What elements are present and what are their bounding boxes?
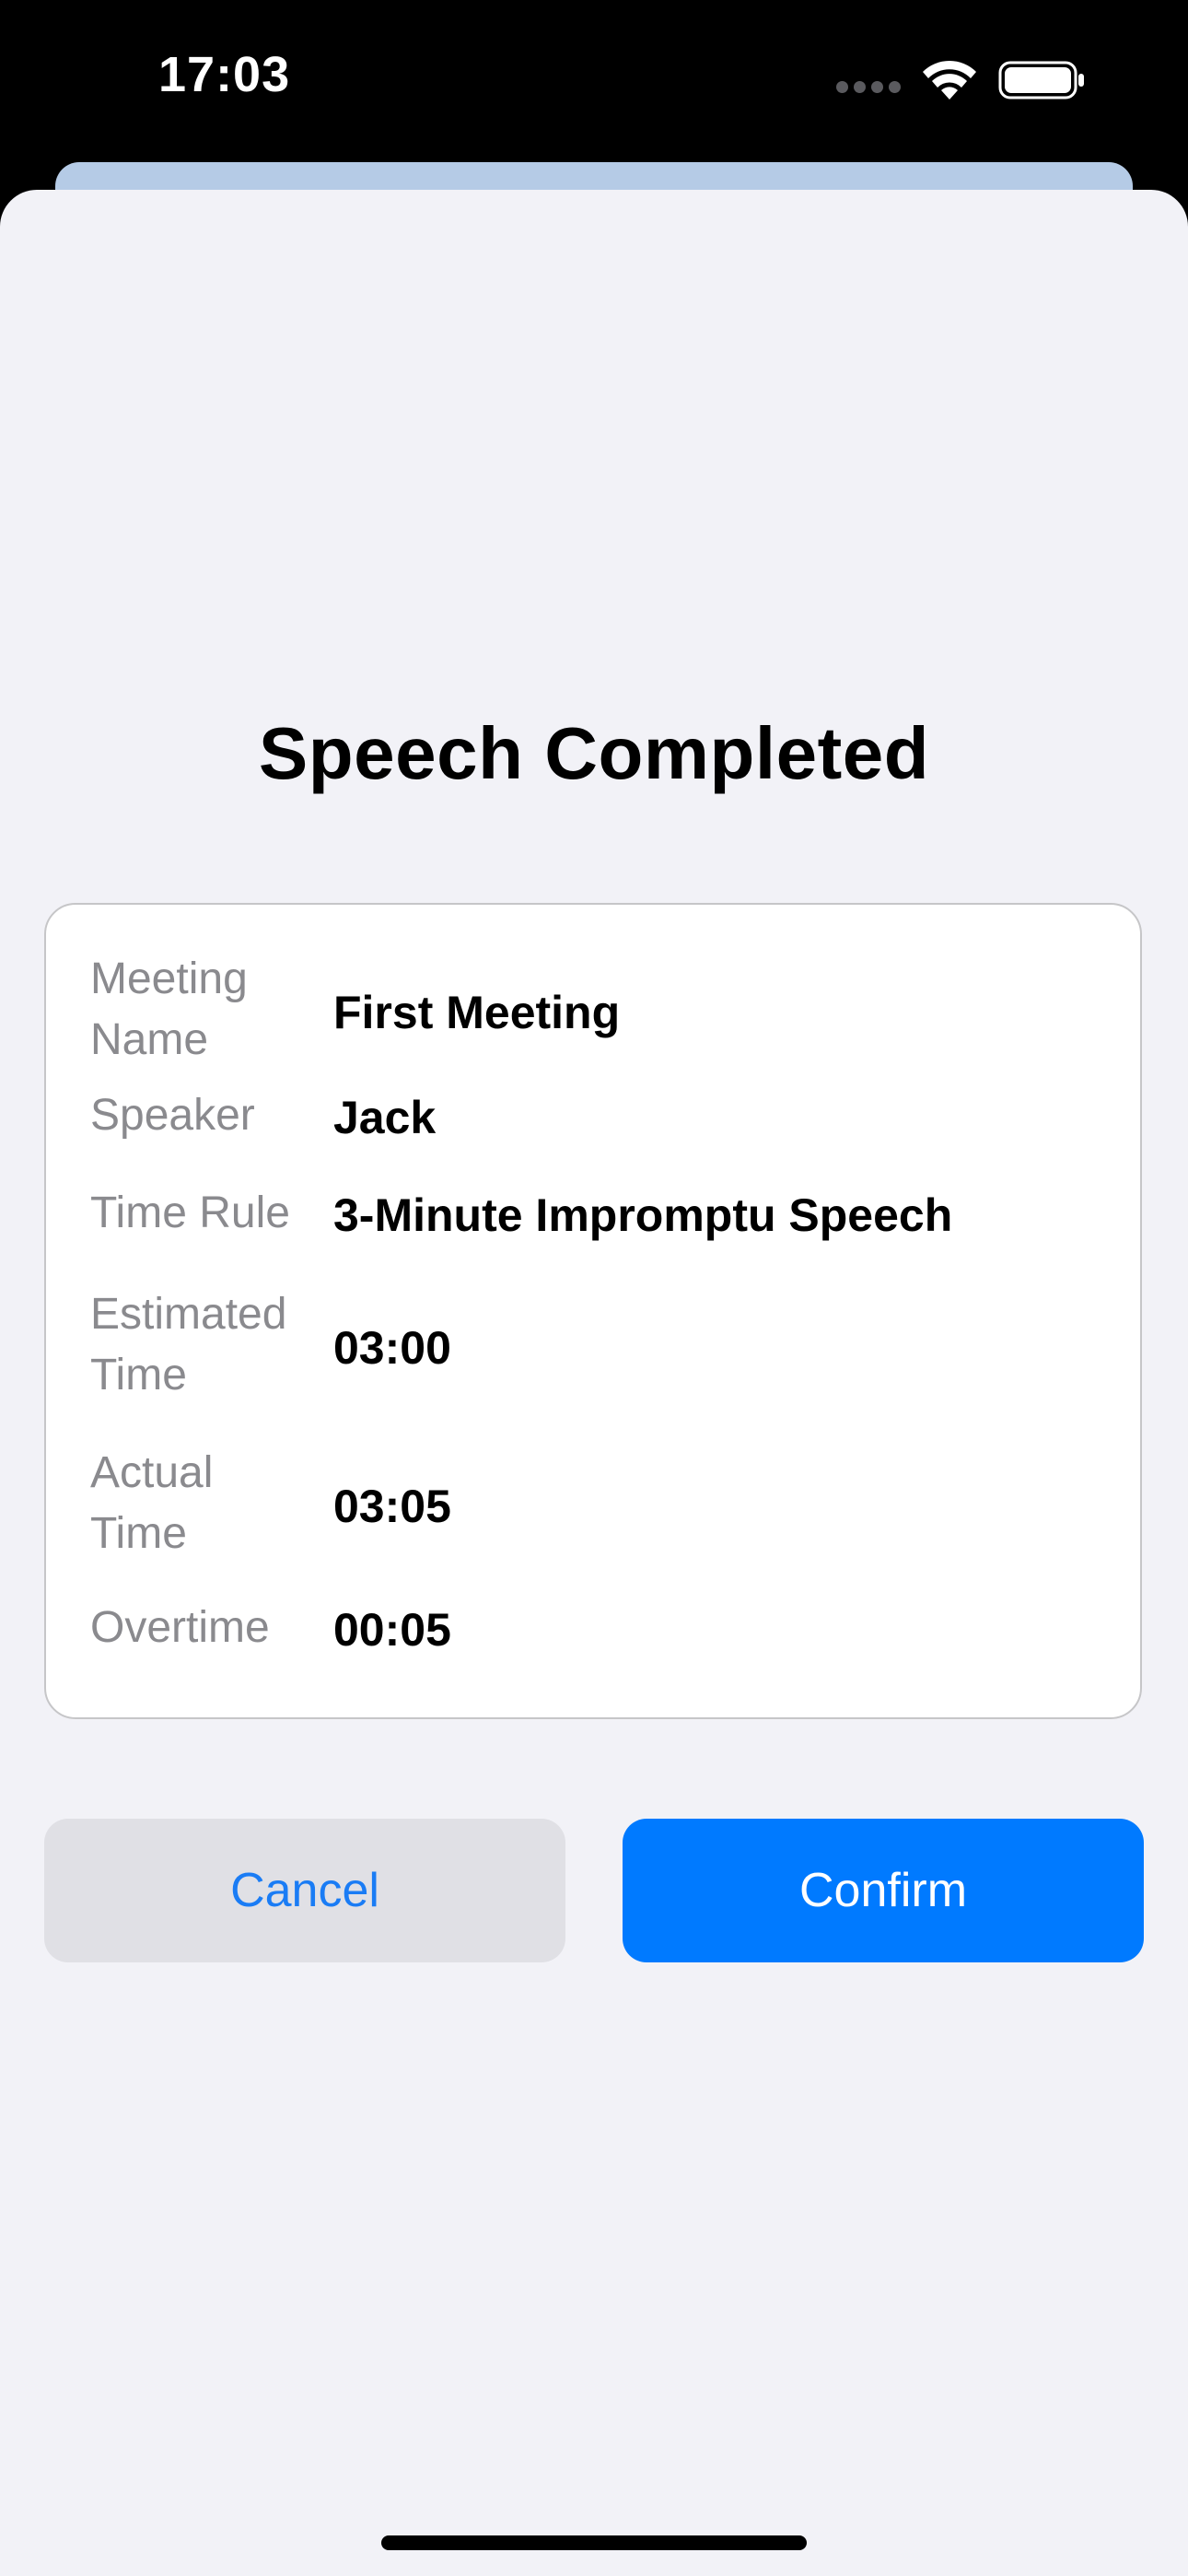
detail-row-overtime: Overtime 00:05 (46, 1598, 1140, 1662)
home-indicator[interactable] (381, 2535, 807, 2550)
battery-icon (998, 61, 1084, 100)
page-title: Speech Completed (258, 712, 930, 794)
detail-label: Time Rule (90, 1188, 290, 1237)
detail-row-actual-time: Actual Time 03:05 (46, 1443, 1140, 1564)
detail-row-speaker: Speaker Jack (46, 1085, 1140, 1150)
speech-details-card: Meeting Name First Meeting Speaker Jack … (44, 903, 1142, 1719)
detail-label: Actual Time (90, 1448, 214, 1558)
detail-value: Jack (333, 1092, 437, 1143)
detail-label: Speaker (90, 1091, 255, 1140)
status-bar: 17:03 (0, 0, 1188, 166)
detail-value: 03:00 (333, 1322, 451, 1374)
detail-value: 00:05 (333, 1604, 451, 1656)
status-time: 17:03 (158, 47, 291, 102)
modal-sheet: Speech Completed Meeting Name First Meet… (0, 190, 1188, 2576)
detail-row-meeting-name: Meeting Name First Meeting (46, 949, 1140, 1071)
detail-label: Meeting Name (90, 954, 248, 1064)
wifi-icon (923, 60, 976, 100)
detail-label: Overtime (90, 1603, 270, 1652)
detail-value: 3-Minute Impromptu Speech (333, 1189, 953, 1241)
detail-row-estimated-time: Estimated Time 03:00 (46, 1284, 1140, 1406)
detail-value: First Meeting (333, 987, 621, 1038)
cellular-signal-icon (836, 80, 901, 93)
status-icons (836, 57, 1087, 103)
screen: 17:03 Speech Completed Meeting Name Firs… (0, 0, 1188, 2576)
detail-value: 03:05 (333, 1481, 451, 1532)
detail-row-time-rule: Time Rule 3-Minute Impromptu Speech (46, 1183, 1140, 1247)
cancel-button[interactable]: Cancel (44, 1819, 565, 1962)
detail-label: Estimated Time (90, 1290, 287, 1399)
confirm-button[interactable]: Confirm (623, 1819, 1144, 1962)
